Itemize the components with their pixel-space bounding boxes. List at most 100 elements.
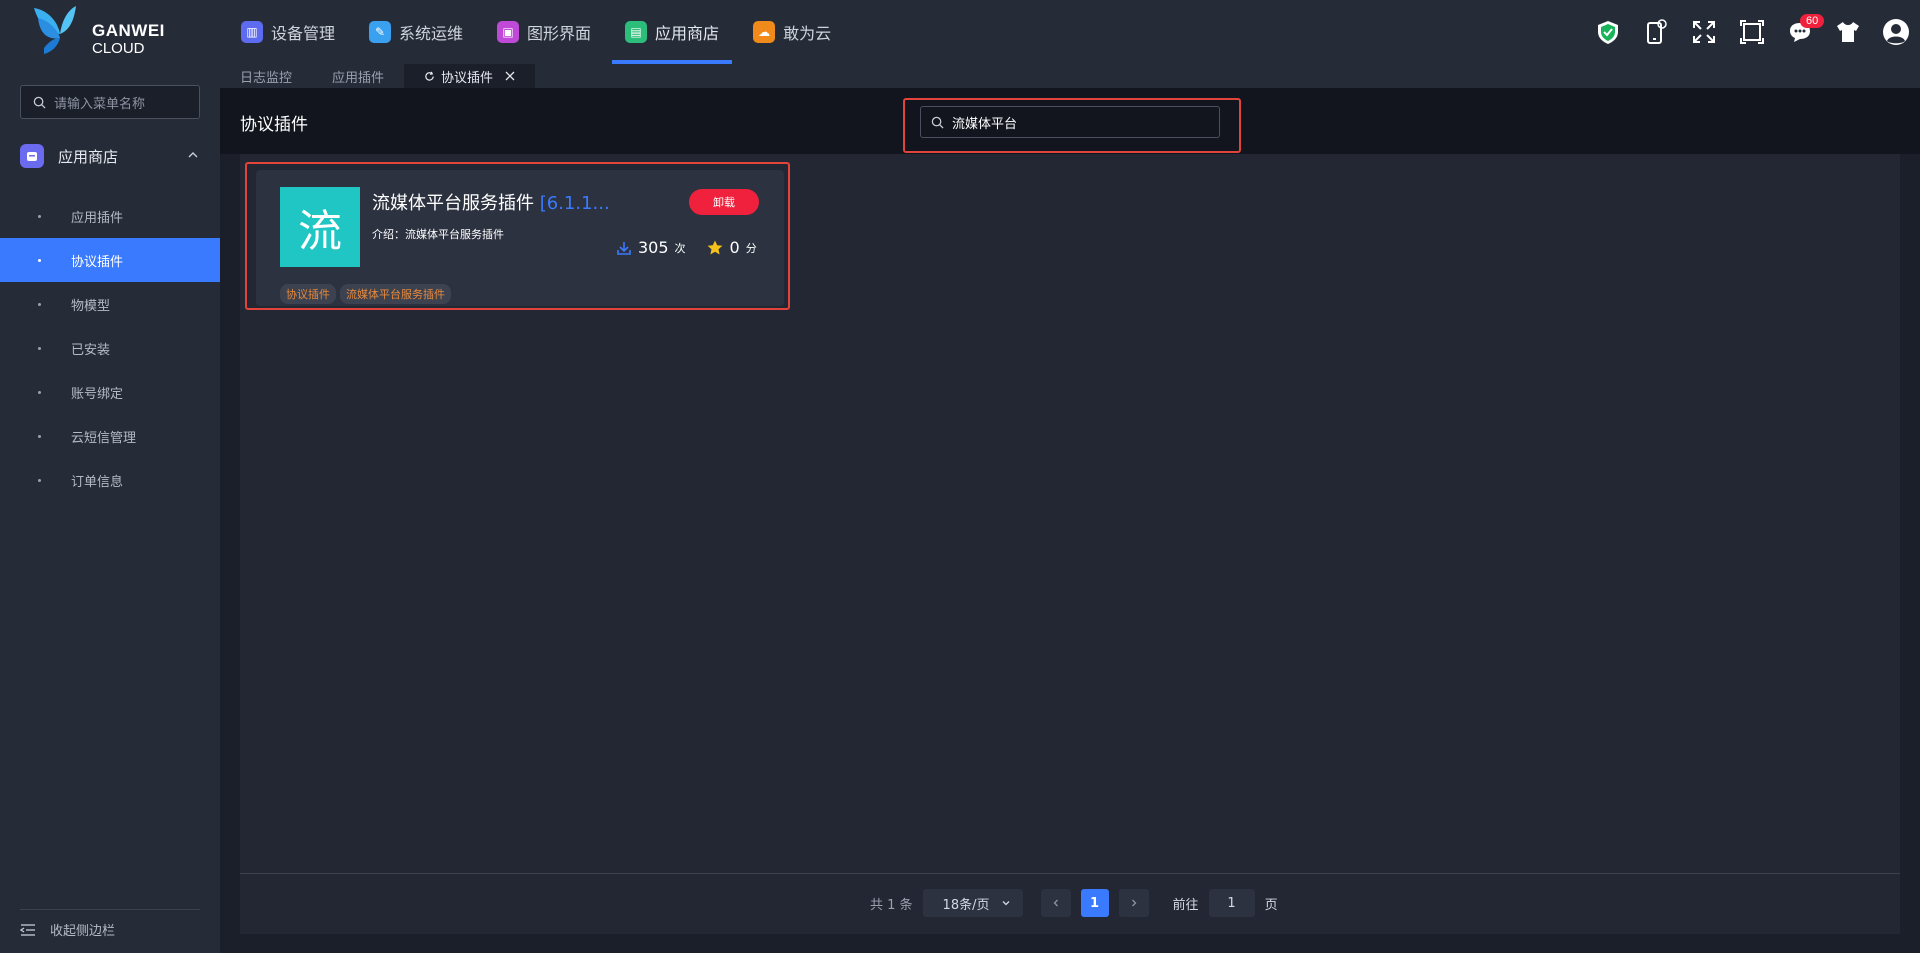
tab-app-plugins[interactable]: 应用插件 <box>312 64 404 88</box>
plugin-icon: 流 <box>280 187 360 267</box>
chevron-down-icon <box>1002 901 1010 906</box>
tab-protocol-plugins[interactable]: 协议插件 <box>404 64 536 88</box>
download-count: 305 <box>638 238 669 257</box>
theme-button[interactable] <box>1824 0 1872 64</box>
bullet-icon <box>38 390 41 394</box>
nav-app-store[interactable]: ▤ 应用商店 <box>612 0 733 64</box>
top-toolbar: 60 <box>1584 0 1920 64</box>
tab-label: 协议插件 <box>441 70 494 86</box>
sidebar-item-cloud-sms[interactable]: 云短信管理 <box>0 414 220 458</box>
bullet-icon <box>38 258 41 262</box>
bullet-icon <box>38 478 41 482</box>
frame-icon <box>1740 20 1764 44</box>
uninstall-button[interactable]: 卸载 <box>689 189 759 215</box>
security-button[interactable] <box>1584 0 1632 64</box>
nav-ganwei-cloud[interactable]: ☁ 敢为云 <box>740 0 844 64</box>
wrench-icon: ✎ <box>369 21 392 43</box>
tab-log-monitor[interactable]: 日志监控 <box>220 64 312 88</box>
search-icon <box>931 116 944 129</box>
nav-label: 应用商店 <box>655 24 720 43</box>
tag-protocol-plugin: 协议插件 <box>280 284 336 304</box>
shirt-icon <box>1837 22 1859 42</box>
store-icon: ▤ <box>625 21 648 43</box>
close-icon[interactable] <box>505 71 515 81</box>
tab-label: 应用插件 <box>332 70 385 86</box>
prev-page-button[interactable] <box>1040 889 1071 917</box>
plugin-desc-text: 流媒体平台服务插件 <box>405 228 504 241</box>
plugin-tags: 协议插件 流媒体平台服务插件 <box>280 284 451 304</box>
plugin-search-input[interactable]: 流媒体平台 <box>920 106 1220 138</box>
nav-label: 图形界面 <box>527 24 592 43</box>
messages-button[interactable]: 60 <box>1776 0 1825 64</box>
page-title: 协议插件 <box>240 115 308 135</box>
sidebar-item-label: 已安装 <box>71 342 111 358</box>
plugin-search-value: 流媒体平台 <box>952 116 1018 132</box>
sidebar-item-installed[interactable]: 已安装 <box>0 326 220 370</box>
sidebar-item-label: 订单信息 <box>71 474 124 490</box>
bullet-icon <box>38 302 41 306</box>
sidebar-item-thing-model[interactable]: 物模型 <box>0 282 220 326</box>
phone-icon <box>1647 19 1667 44</box>
brand-sub: CLOUD <box>92 40 145 57</box>
nav-device-management[interactable]: ▥ 设备管理 <box>228 0 348 64</box>
sidebar-item-label: 账号绑定 <box>71 386 124 402</box>
rating-value: 0 <box>729 238 740 257</box>
goto-label: 前往 <box>1172 897 1199 913</box>
top-bar: GANWEI CLOUD ▥ 设备管理 ✎ 系统运维 ▣ 图形界面 ▤ 应用商店… <box>0 0 1920 64</box>
mobile-button[interactable] <box>1632 0 1680 64</box>
brand-name: GANWEI <box>92 21 165 40</box>
sidebar-group-label: 应用商店 <box>58 147 119 166</box>
chevron-left-icon <box>1053 899 1058 907</box>
page-number-current[interactable]: 1 <box>1080 889 1109 917</box>
shield-icon <box>1598 21 1618 44</box>
plugin-description: 介绍：流媒体平台服务插件 <box>372 226 504 242</box>
plugin-name: 流媒体平台服务插件 <box>372 193 534 214</box>
sidebar-item-label: 云短信管理 <box>71 430 137 446</box>
main-nav: ▥ 设备管理 ✎ 系统运维 ▣ 图形界面 ▤ 应用商店 ☁ 敢为云 <box>228 0 852 64</box>
sidebar-group-app-store[interactable]: 应用商店 <box>0 134 220 178</box>
plugin-stats: 305 次 0 分 <box>616 238 757 257</box>
page-size-value: 18条/页 <box>942 897 990 913</box>
menu-search-placeholder: 请输入菜单名称 <box>54 96 146 112</box>
sidebar-item-account-binding[interactable]: 账号绑定 <box>0 370 220 414</box>
plugin-card[interactable]: 流 流媒体平台服务插件 [6.1.1... 介绍：流媒体平台服务插件 卸载 30… <box>256 170 784 306</box>
sidebar-item-label: 协议插件 <box>71 254 124 270</box>
cloud-icon: ☁ <box>753 21 776 43</box>
collapse-sidebar-label: 收起侧边栏 <box>50 924 116 939</box>
pagination: 共 1 条 18条/页 1 前往 1 页 <box>870 889 1278 917</box>
device-icon: ▥ <box>241 21 263 43</box>
user-avatar-icon <box>1883 19 1909 45</box>
refresh-icon[interactable] <box>424 71 435 82</box>
nav-graphics[interactable]: ▣ 图形界面 <box>484 0 604 64</box>
page-unit-label: 页 <box>1264 897 1278 913</box>
bullet-icon <box>38 346 41 350</box>
page-size-select[interactable]: 18条/页 <box>922 889 1023 917</box>
rating-unit: 分 <box>745 241 757 255</box>
plugin-desc-label: 介绍： <box>372 228 405 241</box>
menu-search-input[interactable]: 请输入菜单名称 <box>20 85 200 119</box>
notification-badge: 60 <box>1800 14 1825 28</box>
plugin-title: 流媒体平台服务插件 [6.1.1... <box>372 189 610 215</box>
tag-streaming-plugin: 流媒体平台服务插件 <box>340 284 451 304</box>
collapse-sidebar-button[interactable]: 收起侧边栏 <box>20 909 200 949</box>
ganwei-logo[interactable]: GANWEI CLOUD <box>30 4 180 60</box>
sidebar-item-protocol-plugins[interactable]: 协议插件 <box>0 238 220 282</box>
frame-button[interactable] <box>1728 0 1776 64</box>
fullscreen-button[interactable] <box>1680 0 1728 64</box>
download-unit: 次 <box>674 241 686 255</box>
goto-page-input[interactable]: 1 <box>1208 889 1255 917</box>
plugin-version: [6.1.1... <box>539 193 610 214</box>
nav-system-ops[interactable]: ✎ 系统运维 <box>356 0 476 64</box>
nav-label: 敢为云 <box>783 24 832 43</box>
tab-label: 日志监控 <box>240 70 293 86</box>
next-page-button[interactable] <box>1118 889 1149 917</box>
sidebar-menu: 应用插件 协议插件 物模型 已安装 账号绑定 云短信管理 订单信息 <box>0 194 220 502</box>
user-menu-button[interactable] <box>1872 0 1920 64</box>
sidebar-item-app-plugins[interactable]: 应用插件 <box>0 194 220 238</box>
sidebar-item-label: 应用插件 <box>71 210 124 226</box>
store-icon <box>20 144 44 168</box>
download-icon <box>617 241 631 255</box>
graphics-icon: ▣ <box>497 21 520 43</box>
collapse-menu-icon <box>20 923 35 936</box>
sidebar-item-orders[interactable]: 订单信息 <box>0 458 220 502</box>
